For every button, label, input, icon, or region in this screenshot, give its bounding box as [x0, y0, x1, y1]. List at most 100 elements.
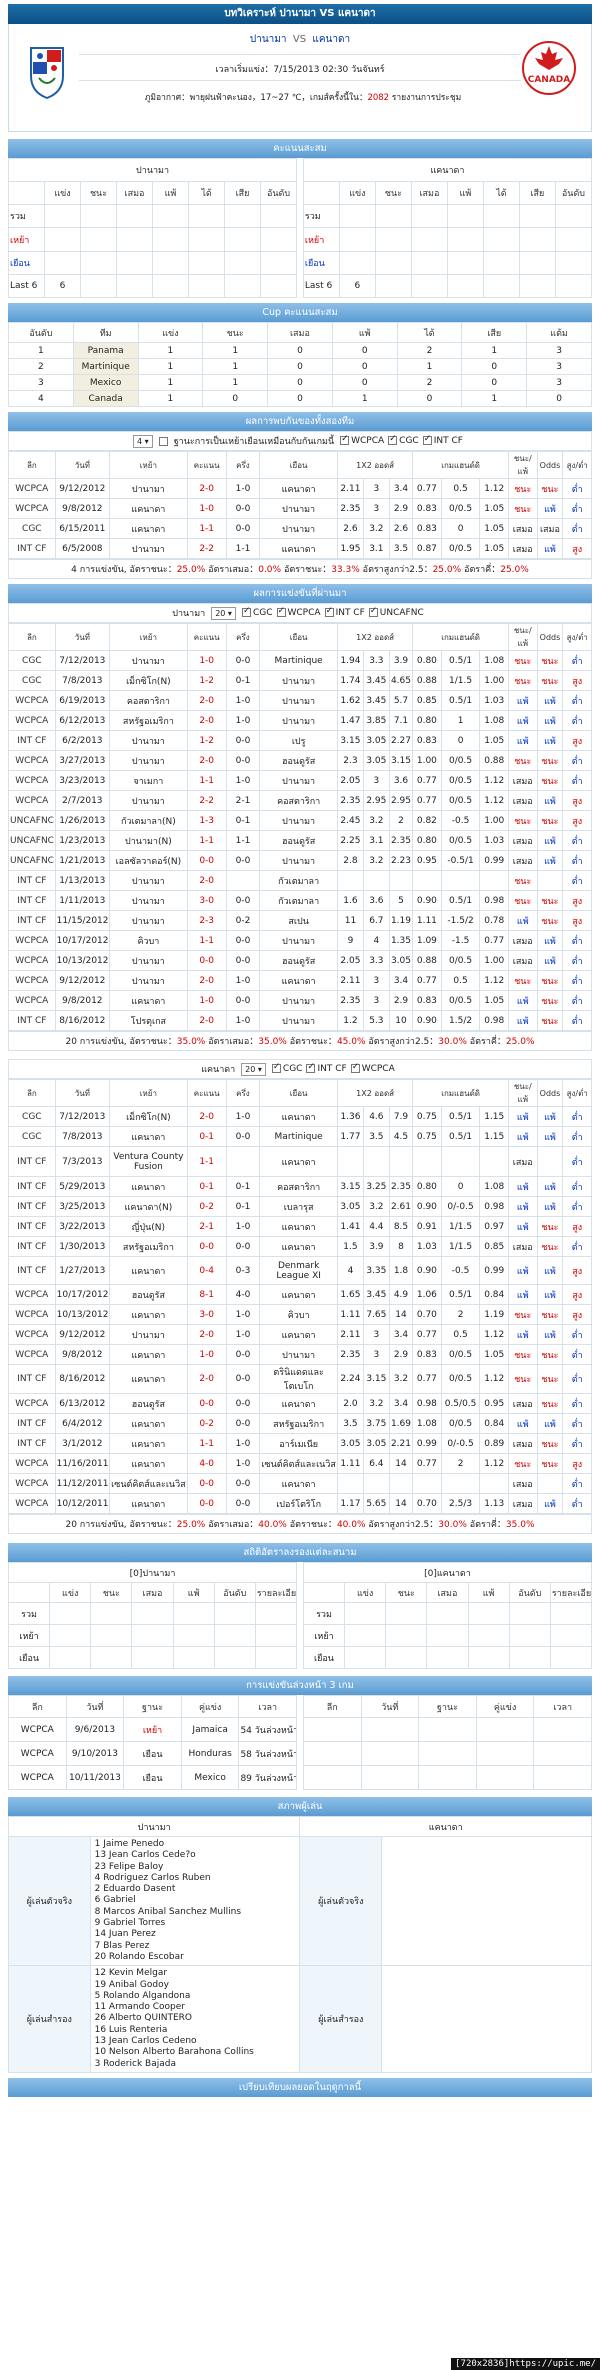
cup-team[interactable]: Canada — [72, 390, 139, 407]
match-cell[interactable]: ปานามา — [109, 650, 188, 671]
match-cell[interactable]: คอสตาริกา — [259, 1176, 338, 1197]
filter-checkbox[interactable] — [271, 1062, 281, 1073]
match-cell[interactable]: คิวบา — [109, 930, 188, 951]
match-cell[interactable]: แคนาดา — [109, 1256, 188, 1285]
match-cell[interactable]: Denmark League XI — [259, 1256, 338, 1285]
player-name[interactable]: 14 Juan Perez — [95, 1929, 296, 1940]
match-cell[interactable]: เปอร์โตริโก — [259, 1493, 338, 1514]
match-cell[interactable]: แคนาดา — [259, 1146, 338, 1177]
match-cell[interactable]: Martinique — [259, 1126, 338, 1147]
match-cell[interactable]: ปานามา — [109, 950, 188, 971]
match-cell[interactable]: เปรู — [259, 730, 338, 751]
match-cell[interactable]: ปานามา(N) — [109, 830, 188, 851]
match-cell[interactable]: คิวบา — [259, 1304, 338, 1325]
match-cell[interactable]: ปานามา — [259, 518, 338, 539]
match-cell[interactable]: กัวเตมาลา(N) — [109, 810, 188, 831]
same-venue-checkbox[interactable] — [158, 436, 168, 446]
player-name[interactable]: 8 Marcos Anibal Sanchez Mullins — [95, 1907, 296, 1918]
player-name[interactable]: 16 Luis Renteria — [95, 2025, 296, 2036]
player-name[interactable]: 4 Rodriguez Carlos Ruben — [95, 1873, 296, 1884]
match-cell[interactable]: ปานามา — [259, 770, 338, 791]
match-cell[interactable]: ตรินิแดดและโตเบโก — [259, 1364, 338, 1394]
match-cell[interactable]: ปานามา — [259, 990, 338, 1011]
player-name[interactable]: 13 Jean Carlos Cedeno — [95, 2036, 296, 2047]
filter-checkbox[interactable] — [276, 606, 286, 617]
cup-team[interactable]: Panama — [72, 342, 139, 359]
match-cell[interactable]: ปานามา — [259, 670, 338, 691]
match-cell[interactable]: แคนาดา — [259, 1284, 338, 1305]
match-cell[interactable]: สหรัฐอเมริกา — [109, 710, 188, 731]
match-cell[interactable]: แคนาดา — [109, 498, 188, 519]
match-cell[interactable]: แคนาดา — [109, 1344, 188, 1365]
match-cell[interactable]: แคนาดา — [259, 1393, 338, 1414]
player-name[interactable]: 23 Felipe Baloy — [95, 1862, 296, 1873]
match-cell[interactable]: เอลซัลวาดอร์(N) — [109, 850, 188, 871]
player-name[interactable]: 20 Rolando Escobar — [95, 1952, 296, 1963]
match-cell[interactable]: ปานามา — [259, 498, 338, 519]
match-cell[interactable]: แคนาดา — [259, 478, 338, 499]
match-cell[interactable]: ปานามา — [109, 870, 188, 891]
match-cell[interactable]: แคนาดา — [109, 1493, 188, 1514]
match-cell[interactable]: เซนต์คิตส์และเนวิส — [259, 1453, 338, 1474]
match-cell[interactable]: เบลารุส — [259, 1196, 338, 1217]
match-cell[interactable]: เม็กซิโก(N) — [109, 1106, 188, 1127]
player-name[interactable]: 5 Rolando Algandona — [95, 1991, 296, 2002]
player-name[interactable]: 13 Jean Carlos Cede?o — [95, 1850, 296, 1861]
filter-checkbox[interactable] — [388, 434, 398, 445]
recent-away-select[interactable]: 20 ▾ — [241, 1062, 266, 1076]
match-cell[interactable]: แคนาดา — [259, 1216, 338, 1237]
match-cell[interactable]: แคนาดา — [259, 1473, 338, 1494]
standings-away-team[interactable]: แคนาดา — [302, 158, 592, 183]
match-cell[interactable]: แคนาดา — [109, 1304, 188, 1325]
match-cell[interactable]: แคนาดา — [259, 1106, 338, 1127]
player-name[interactable]: 6 Gabriel — [95, 1895, 296, 1906]
cup-team[interactable]: Mexico — [72, 374, 139, 391]
filter-checkbox[interactable] — [306, 1062, 316, 1073]
player-name[interactable]: 12 Kevin Melgar — [95, 1968, 296, 1979]
match-cell[interactable]: จาเมกา — [109, 770, 188, 791]
player-name[interactable]: 3 Roderick Bajada — [95, 2059, 296, 2070]
match-cell[interactable]: อาร์เมเนีย — [259, 1433, 338, 1454]
filter-checkbox[interactable] — [324, 606, 334, 617]
match-cell[interactable]: แคนาดา — [109, 518, 188, 539]
home-team-name[interactable]: ปานามา — [250, 34, 287, 45]
match-cell[interactable]: ปานามา — [109, 538, 188, 559]
match-cell[interactable]: เม็กซิโก(N) — [109, 670, 188, 691]
match-cell[interactable]: ฮอนดูรัส — [109, 1284, 188, 1305]
match-cell[interactable]: ปานามา — [109, 478, 188, 499]
match-cell[interactable]: สหรัฐอเมริกา — [109, 1236, 188, 1257]
away-team-name[interactable]: แคนาดา — [312, 34, 350, 45]
match-cell[interactable]: ปานามา — [109, 970, 188, 991]
match-cell[interactable]: ปานามา — [259, 710, 338, 731]
match-cell[interactable]: สหรัฐอเมริกา — [259, 1413, 338, 1434]
match-cell[interactable]: กัวเตมาลา — [259, 890, 338, 911]
player-name[interactable]: 19 Anibal Godoy — [95, 1980, 296, 1991]
player-name[interactable]: 9 Gabriel Torres — [95, 1918, 296, 1929]
match-cell[interactable]: Ventura County Fusion — [109, 1146, 188, 1177]
match-cell[interactable]: ฮอนดูรัส — [259, 830, 338, 851]
match-cell[interactable]: แคนาดา — [259, 1324, 338, 1345]
filter-checkbox[interactable] — [340, 434, 350, 445]
match-cell[interactable]: คอสตาริกา — [109, 690, 188, 711]
match-cell[interactable]: ฮอนดูรัส — [259, 750, 338, 771]
match-cell[interactable]: กัวเตมาลา — [259, 870, 338, 891]
match-cell[interactable]: ปานามา — [109, 730, 188, 751]
recent-home-select[interactable]: 20 ▾ — [211, 606, 236, 620]
match-cell[interactable]: แคนาดา — [109, 1176, 188, 1197]
match-cell[interactable]: แคนาดา — [259, 970, 338, 991]
match-cell[interactable]: แคนาดา — [109, 1433, 188, 1454]
filter-checkbox[interactable] — [350, 1062, 360, 1073]
match-cell[interactable]: Martinique — [259, 650, 338, 671]
filter-checkbox[interactable] — [241, 606, 251, 617]
match-cell[interactable]: แคนาดา — [109, 1453, 188, 1474]
match-cell[interactable]: ปานามา — [109, 890, 188, 911]
match-cell[interactable]: แคนาดา — [109, 990, 188, 1011]
match-cell[interactable]: เซนต์คิตส์และเนวิส — [109, 1473, 188, 1494]
filter-checkbox[interactable] — [368, 606, 378, 617]
match-cell[interactable]: ปานามา — [109, 910, 188, 931]
match-cell[interactable]: ฮอนดูรัส — [109, 1393, 188, 1414]
match-cell[interactable]: แคนาดา — [109, 1126, 188, 1147]
match-cell[interactable]: แคนาดา(N) — [109, 1196, 188, 1217]
match-cell[interactable]: ปานามา — [109, 790, 188, 811]
player-name[interactable]: 1 Jaime Penedo — [95, 1839, 296, 1850]
